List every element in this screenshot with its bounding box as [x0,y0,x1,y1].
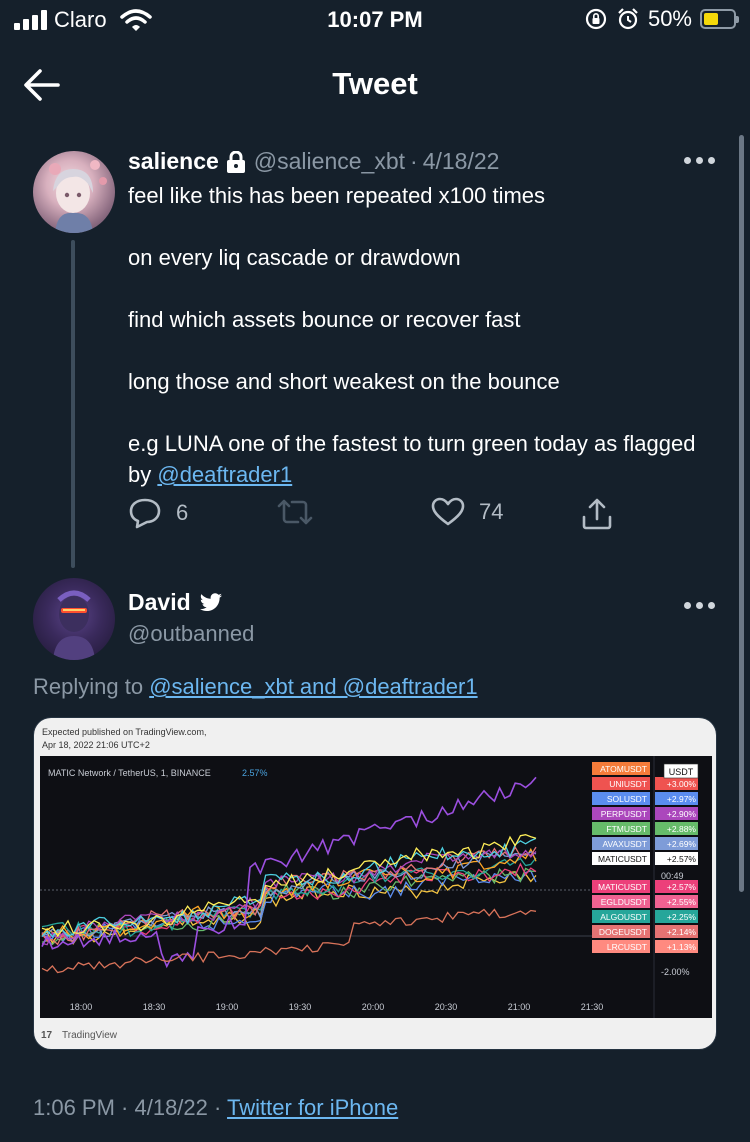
x-tick-label: 19:00 [216,1002,239,1012]
tweet-date[interactable]: 4/18/22 [423,148,500,175]
reply-count: 6 [176,500,189,525]
page-title: Tweet [332,66,418,101]
thread-line [71,240,75,568]
scale-label: -2.00% [661,967,690,977]
price-label-name: DOGEUSDT [599,927,647,937]
avatar-image [49,160,107,233]
price-value: +3.00% [667,779,697,789]
scrollbar[interactable] [739,135,744,892]
price-label-name: LRCUSDT [607,942,647,952]
price-label-name: MATICUSDT [598,854,647,864]
cellular-signal-icon [14,10,47,30]
tweet-timestamp: 1:06 PM · 4/18/22 · Twitter for iPhone [33,1095,399,1120]
retweet-icon [277,499,313,525]
tradingview-chart: Expected published on TradingView.com, A… [34,718,716,1049]
price-label-name: MATICUSDT [598,882,647,892]
share-action[interactable] [580,497,614,531]
carrier-name: Claro [54,7,107,32]
status-bar: Claro 10:07 PM 50% [0,0,750,42]
countdown: 00:49 [661,871,684,881]
x-tick-label: 20:30 [435,1002,458,1012]
more-options-icon[interactable] [684,600,720,612]
price-label-name: ATOMUSDT [600,764,647,774]
price-label-name: UNIUSDT [609,779,647,789]
mention-link[interactable]: @deaftrader1 [157,462,292,487]
price-value: +2.69% [667,839,697,849]
like-count: 74 [479,499,504,524]
reply-author: David [128,589,223,616]
x-tick-label: 20:00 [362,1002,385,1012]
price-value: +1.13% [667,942,697,952]
tweet-line: feel like this has been repeated x100 ti… [128,183,546,208]
price-value: +2.25% [667,912,697,922]
battery-fill [704,13,718,25]
watermark: TradingView [62,1030,118,1041]
tweet-line: find which assets bounce or recover fast [128,307,521,332]
x-tick-label: 19:30 [289,1002,312,1012]
x-tick-label: 21:30 [581,1002,604,1012]
symbol-title: MATIC Network / TetherUS, 1, BINANCE [48,768,211,778]
header: Tweet [0,50,750,120]
lock-icon [226,150,245,173]
tweet-line: on every liq cascade or drawdown [128,245,461,270]
avatar-image [53,590,95,660]
share-icon [582,498,612,530]
price-label-name: EGLDUSDT [601,897,647,907]
published-line-2: Apr 18, 2022 21:06 UTC+2 [42,740,150,750]
price-value: +2.57% [667,882,697,892]
chart-image-card[interactable]: Expected published on TradingView.com, A… [33,717,717,1050]
price-value: +2.55% [667,897,697,907]
battery-percent: 50% [647,6,692,31]
retweet-action [276,497,314,527]
tweet-line: e.g LUNA one of the fastest to turn gree… [128,431,696,487]
author-handle[interactable]: @salience_xbt [254,148,405,175]
separator: · [410,148,418,174]
reply-icon [129,498,161,529]
orientation-lock-icon [585,8,607,30]
avatar[interactable] [33,578,115,660]
currency-badge: USDT [669,767,694,777]
replying-to: Replying to @salience_xbt and @deaftrade… [33,674,478,699]
x-tick-label: 18:00 [70,1002,93,1012]
reply-action[interactable]: 6 [128,497,188,529]
author-name[interactable]: salience [128,148,219,175]
tweet-text: feel like this has been repeated x100 ti… [128,180,708,490]
x-tick-label: 18:30 [143,1002,166,1012]
price-label-name: PERPUSDT [601,809,647,819]
x-tick-label: 21:00 [508,1002,531,1012]
price-label-name: FTMUSDT [606,824,647,834]
tweet-line: long those and short weakest on the boun… [128,369,560,394]
more-options-icon[interactable] [684,155,720,167]
tweet-actions: 6 74 [128,497,628,537]
price-value: +2.57% [667,854,697,864]
wifi-icon [120,9,152,31]
avatar[interactable] [33,151,115,233]
reply-author-name[interactable]: David [128,589,191,616]
price-label-name: ALGOUSDT [600,912,647,922]
source-link[interactable]: Twitter for iPhone [227,1095,398,1120]
price-value: +2.14% [667,927,697,937]
reply-author-handle[interactable]: @outbanned [128,621,254,647]
status-right: 50% [584,6,739,32]
price-value: +2.90% [667,809,697,819]
alarm-icon [618,8,638,30]
battery-icon [700,9,739,29]
heart-icon [431,497,465,526]
price-value: +2.97% [667,794,697,804]
like-action[interactable]: 74 [431,497,503,527]
tradingview-logo-icon: 17 [41,1030,53,1041]
replying-mentions-link[interactable]: @salience_xbt and @deaftrader1 [149,674,477,699]
price-value: +2.88% [667,824,697,834]
price-label-name: SOLUSDT [607,794,647,804]
back-arrow-icon[interactable] [22,68,62,102]
twitter-bird-icon [199,592,222,611]
published-line-1: Expected published on TradingView.com, [42,727,206,737]
price-label-name: AVAXUSDT [602,839,647,849]
symbol-change: 2.57% [242,768,268,778]
tweet-header: salience @salience_xbt · 4/18/22 [128,148,499,175]
